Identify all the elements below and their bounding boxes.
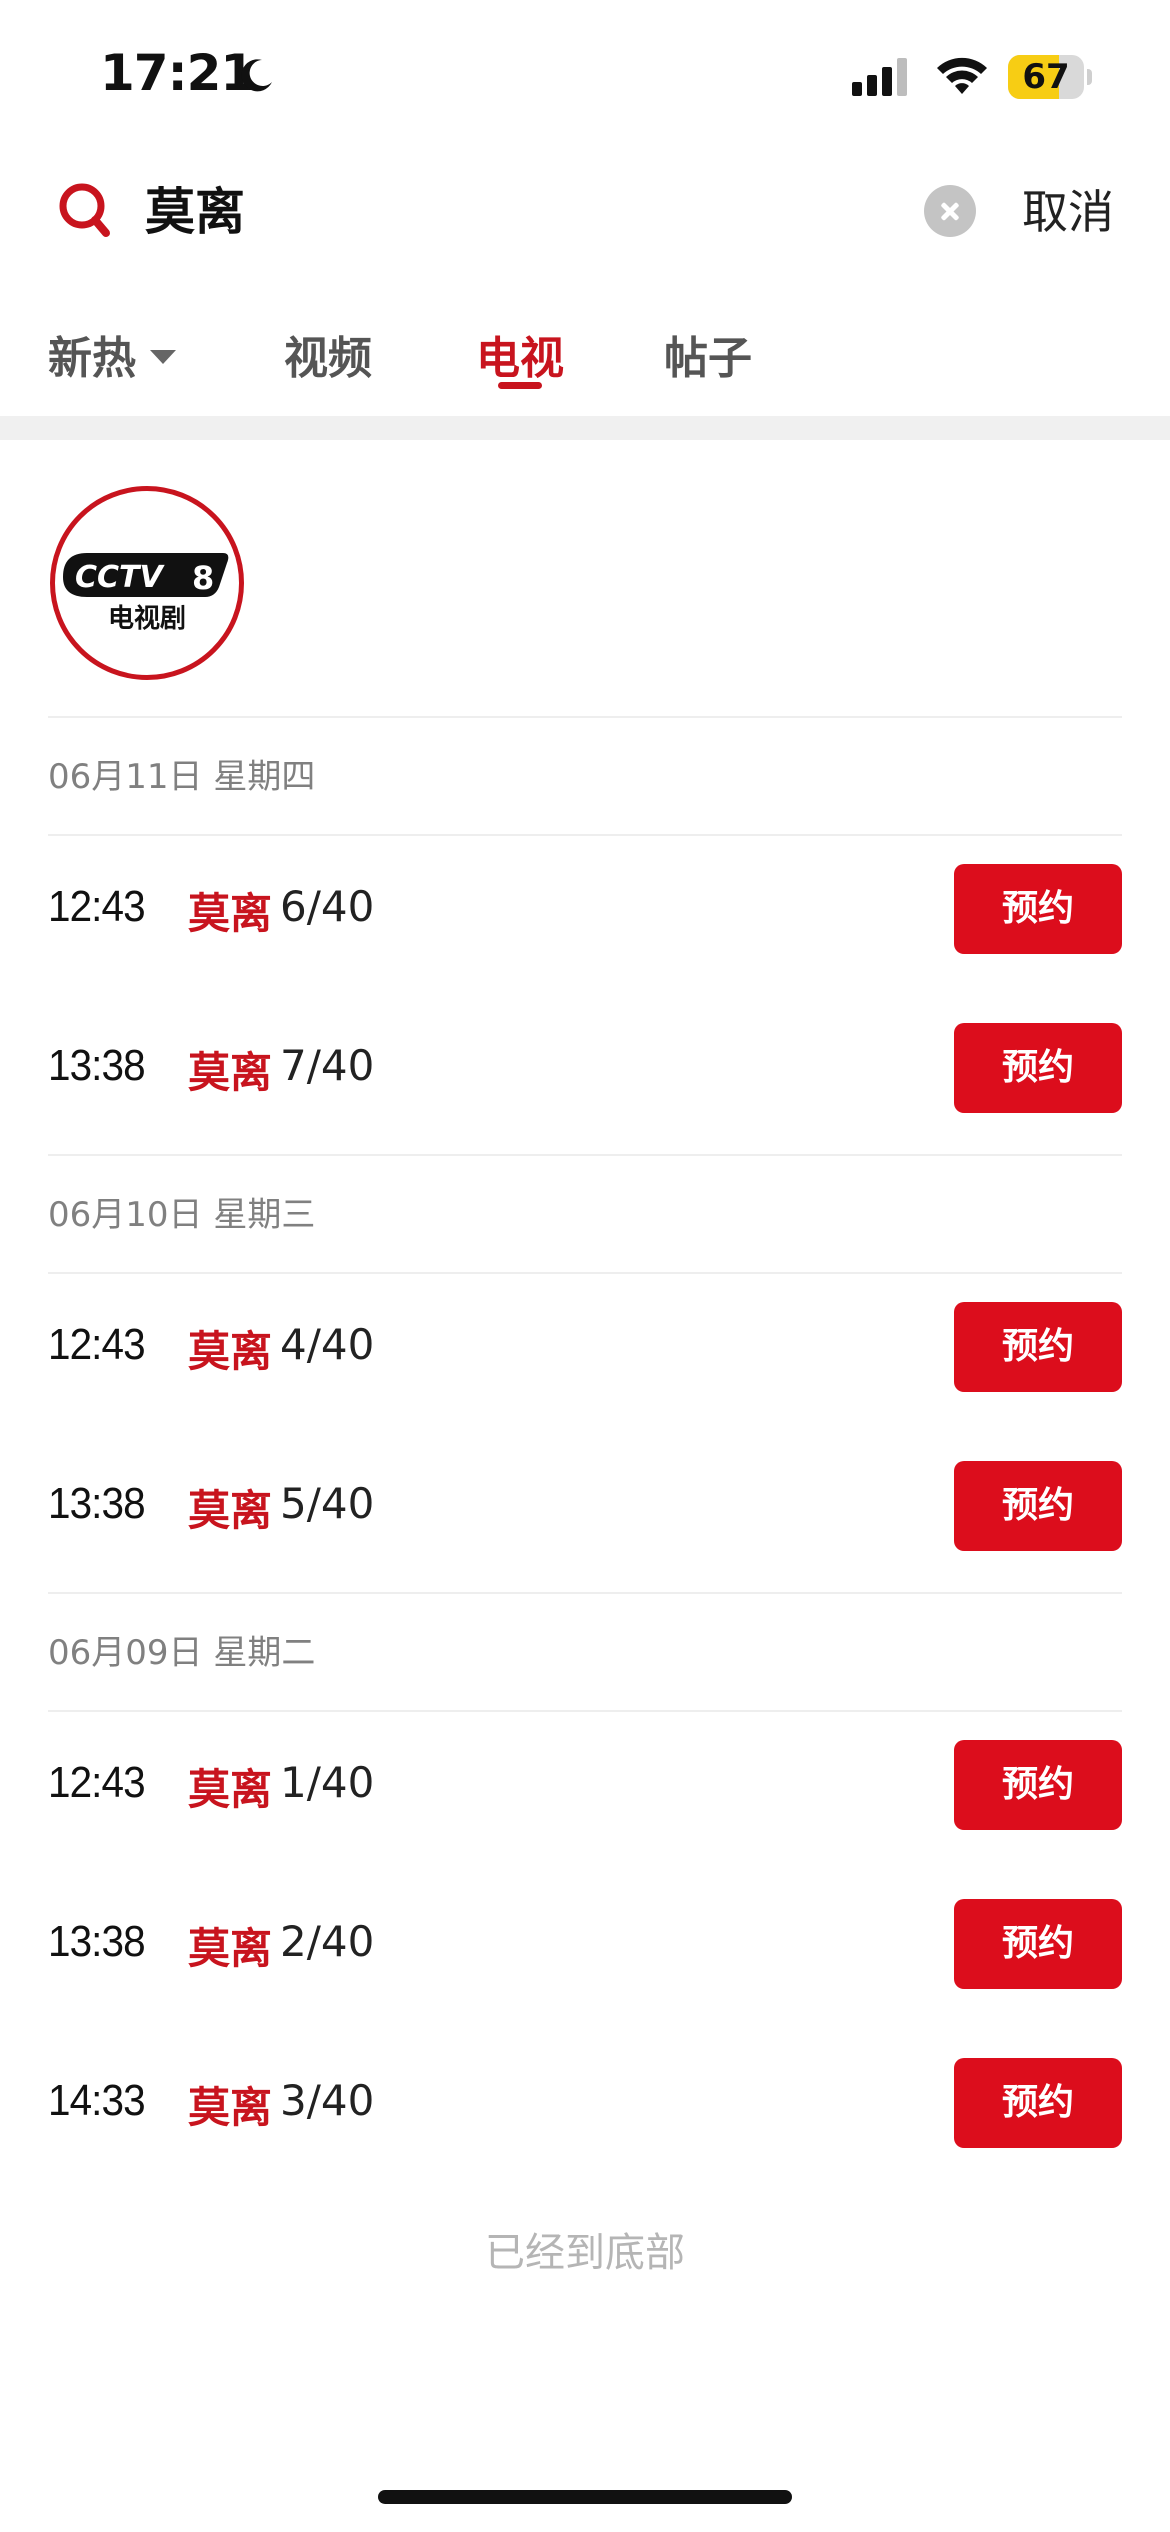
logo-text: CCTV [75, 560, 165, 595]
end-of-list-text: 已经到底部 [485, 2230, 685, 2276]
cancel-button[interactable]: 取消 [1022, 176, 1114, 242]
chevron-down-icon [150, 350, 176, 364]
schedule-list: 06月11日 星期四 12:43 莫离 6/40 预约 13:38 莫离 7/4… [0, 718, 1170, 2189]
program-episode: 7/40 [280, 1041, 375, 1090]
search-icon [59, 183, 110, 237]
reserve-button[interactable]: 预约 [954, 1740, 1122, 1830]
program-time: 13:38 [48, 1917, 146, 1966]
date-header: 06月09日 星期二 [48, 1594, 1122, 1712]
program-episode: 3/40 [280, 2076, 375, 2125]
program-time: 14:33 [48, 2076, 146, 2125]
program-time: 12:43 [48, 882, 146, 931]
program-episode: 4/40 [280, 1320, 375, 1369]
program-title: 莫离 [188, 1327, 273, 1376]
moon-icon [241, 59, 272, 92]
reserve-button[interactable]: 预约 [954, 1461, 1122, 1551]
battery-percentage: 67 [1022, 57, 1070, 97]
program-title: 莫离 [188, 1048, 273, 1097]
date-header: 06月11日 星期四 [48, 718, 1122, 836]
program-episode: 2/40 [280, 1917, 375, 1966]
reserve-button[interactable]: 预约 [954, 1302, 1122, 1392]
status-time: 17:21 [100, 44, 255, 102]
program-row: 13:38 莫离 7/40 预约 [48, 995, 1122, 1154]
program-title: 莫离 [188, 2083, 273, 2132]
program-title: 莫离 [188, 1924, 273, 1973]
battery-indicator: 67 [1008, 55, 1092, 99]
program-row: 12:43 莫离 1/40 预约 [48, 1712, 1122, 1871]
wifi-icon [937, 57, 987, 94]
date-header: 06月10日 星期三 [48, 1156, 1122, 1274]
tab-bar: 新热 视频 电视 帖子 [0, 310, 1170, 410]
reserve-button[interactable]: 预约 [954, 2058, 1122, 2148]
tab-video[interactable]: 视频 [284, 322, 372, 386]
program-time: 13:38 [48, 1041, 146, 1090]
cctv8-logo-icon: CCTV 8 电视剧 [63, 553, 229, 634]
reserve-button[interactable]: 预约 [954, 1899, 1122, 1989]
logo-subtitle: 电视剧 [108, 604, 186, 634]
program-title: 莫离 [188, 1765, 273, 1814]
program-episode: 1/40 [280, 1758, 375, 1807]
home-indicator[interactable] [378, 2490, 792, 2504]
program-title: 莫离 [188, 1486, 273, 1535]
search-input[interactable] [145, 176, 895, 240]
tab-hot[interactable]: 新热 [48, 322, 176, 386]
reserve-button[interactable]: 预约 [954, 864, 1122, 954]
status-bar: 17:21 67 [0, 0, 1170, 150]
program-row: 12:43 莫离 6/40 预约 [48, 836, 1122, 995]
program-episode: 5/40 [280, 1479, 375, 1528]
cellular-signal-icon [852, 58, 907, 96]
clear-search-button[interactable] [924, 185, 976, 237]
program-row: 14:33 莫离 3/40 预约 [48, 2030, 1122, 2189]
program-time: 12:43 [48, 1320, 146, 1369]
program-episode: 6/40 [280, 882, 375, 931]
reserve-button[interactable]: 预约 [954, 1023, 1122, 1113]
program-time: 12:43 [48, 1758, 146, 1807]
program-time: 13:38 [48, 1479, 146, 1528]
tab-posts[interactable]: 帖子 [664, 322, 752, 386]
logo-number: 8 [192, 559, 214, 597]
channel-logo[interactable]: CCTV 8 电视剧 [50, 486, 244, 680]
program-row: 13:38 莫离 2/40 预约 [48, 1871, 1122, 2030]
program-row: 13:38 莫离 5/40 预约 [48, 1433, 1122, 1592]
program-title: 莫离 [188, 889, 273, 938]
program-row: 12:43 莫离 4/40 预约 [48, 1274, 1122, 1433]
active-tab-indicator [498, 382, 542, 389]
search-bar: 取消 [0, 150, 1170, 270]
tab-tv[interactable]: 电视 [476, 322, 564, 386]
section-divider [0, 416, 1170, 440]
